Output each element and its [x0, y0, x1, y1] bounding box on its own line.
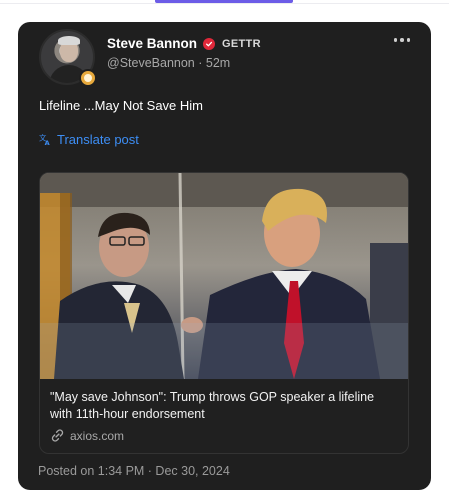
- platform-badge: GETTR: [222, 37, 261, 50]
- translate-button[interactable]: 文 A Translate post: [39, 132, 139, 147]
- post-text: Lifeline ...May Not Save Him: [39, 98, 204, 113]
- verified-badge-icon: [203, 37, 216, 50]
- post-card: Steve Bannon GETTR @SteveBannon · 52m Li…: [18, 22, 431, 490]
- post-time-ago: 52m: [205, 56, 231, 70]
- link-preview-card[interactable]: "May save Johnson": Trump throws GOP spe…: [39, 172, 409, 454]
- translate-label: Translate post: [57, 132, 139, 147]
- author-handle-row: @SteveBannon · 52m: [107, 56, 231, 70]
- top-divider: [0, 3, 449, 4]
- author-name[interactable]: Steve Bannon: [107, 36, 197, 51]
- translate-icon: 文 A: [39, 133, 50, 146]
- influencer-badge-icon: [79, 69, 97, 87]
- link-domain-row: axios.com: [50, 428, 398, 443]
- link-domain: axios.com: [70, 428, 125, 443]
- link-icon: [51, 429, 64, 442]
- posted-timestamp: Posted on 1:34 PM · Dec 30, 2024: [38, 464, 230, 478]
- author-handle[interactable]: @SteveBannon: [107, 56, 195, 70]
- link-preview-body: "May save Johnson": Trump throws GOP spe…: [40, 379, 408, 453]
- author-avatar[interactable]: [39, 29, 97, 87]
- author-name-row: Steve Bannon GETTR: [107, 36, 261, 51]
- more-horizontal-icon[interactable]: [393, 38, 410, 42]
- svg-text:A: A: [45, 139, 50, 146]
- link-preview-image: [40, 173, 408, 379]
- link-preview-title[interactable]: "May save Johnson": Trump throws GOP spe…: [50, 389, 398, 423]
